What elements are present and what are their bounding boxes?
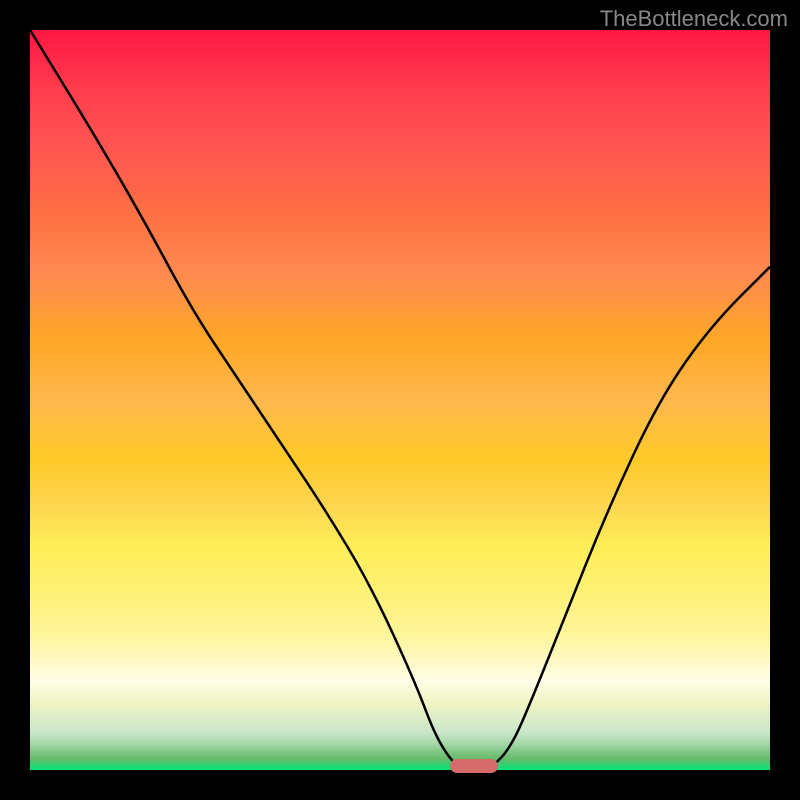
optimal-point-marker — [450, 759, 498, 773]
chart-plot-area — [30, 30, 770, 770]
watermark-text: TheBottleneck.com — [600, 6, 788, 32]
bottleneck-curve-path — [30, 30, 770, 770]
bottleneck-curve-svg — [30, 30, 770, 770]
